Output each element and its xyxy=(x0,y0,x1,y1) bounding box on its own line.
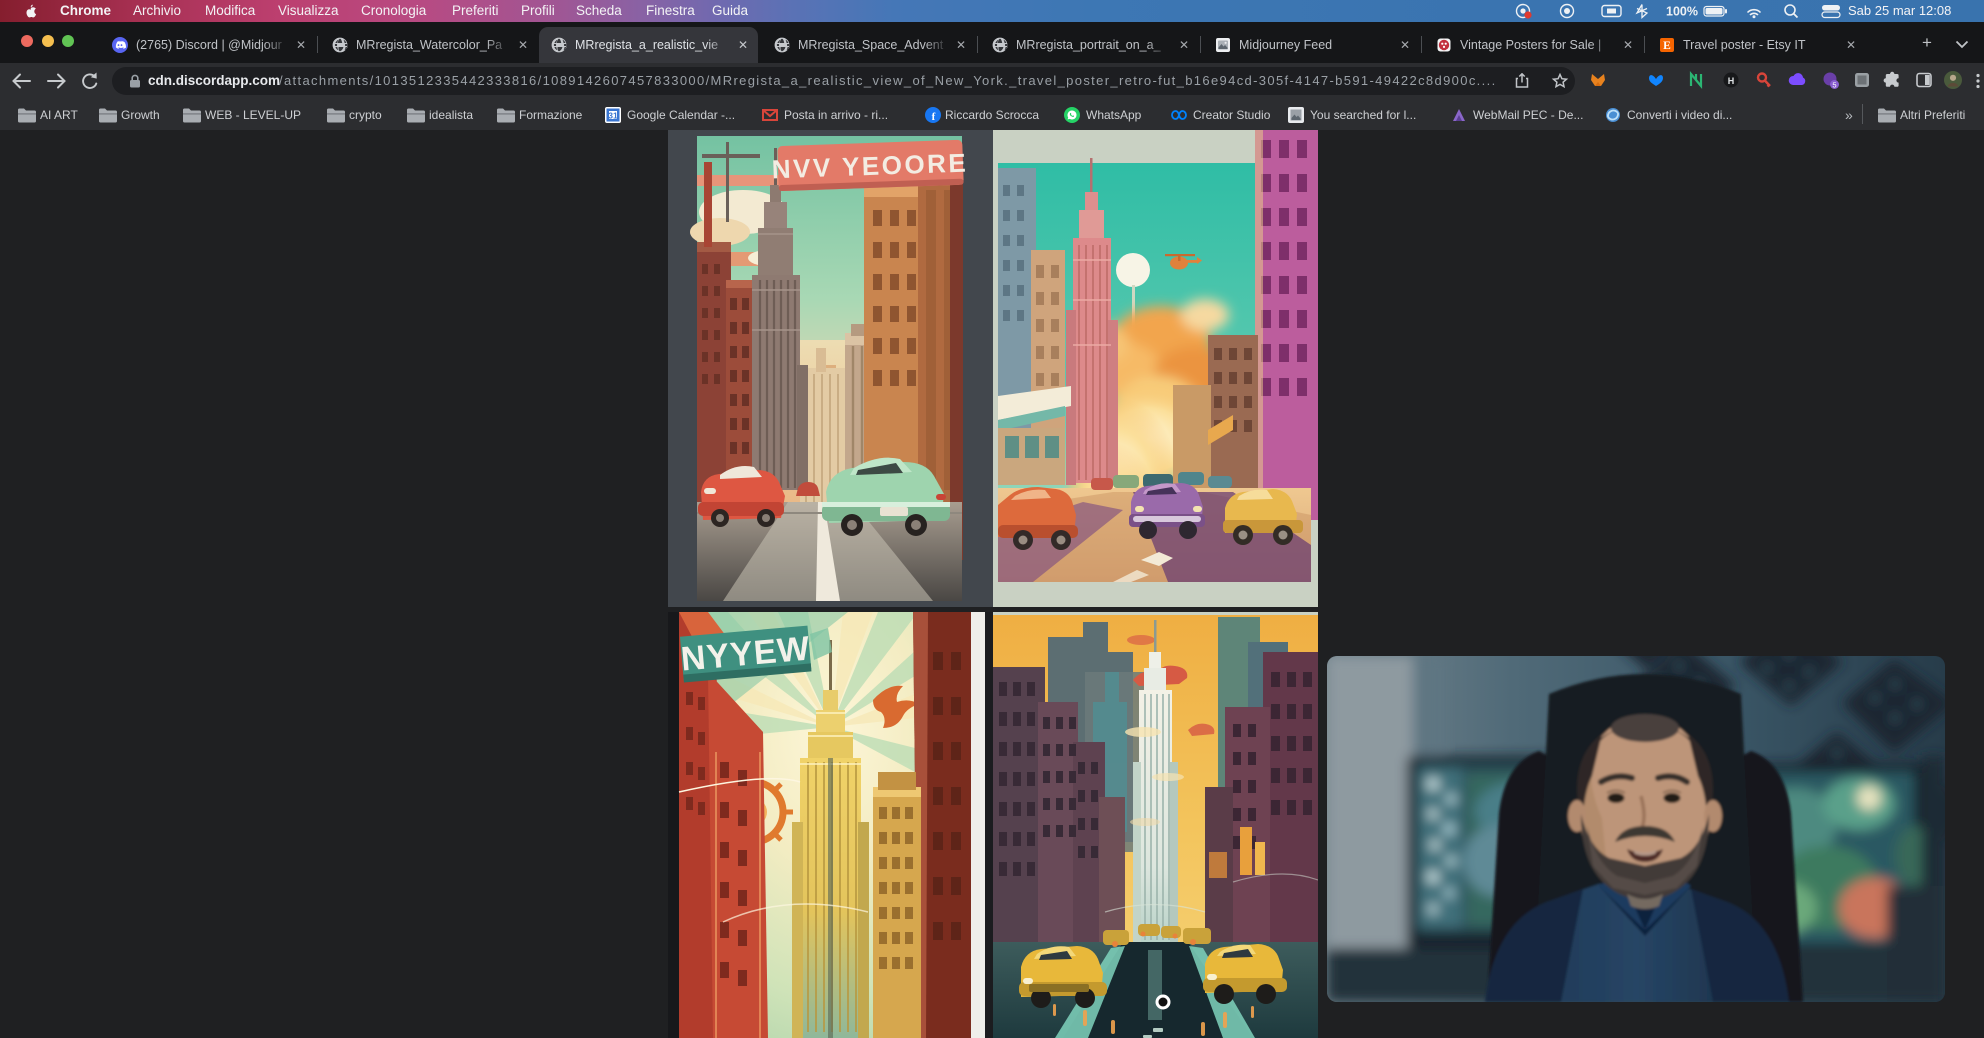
svg-text:100%: 100% xyxy=(1666,5,1698,19)
svg-text:f: f xyxy=(932,111,936,123)
svg-text:E: E xyxy=(1663,40,1671,52)
svg-text:5: 5 xyxy=(1832,81,1836,90)
svg-text:H: H xyxy=(1728,76,1735,86)
svg-text:31: 31 xyxy=(608,110,618,120)
